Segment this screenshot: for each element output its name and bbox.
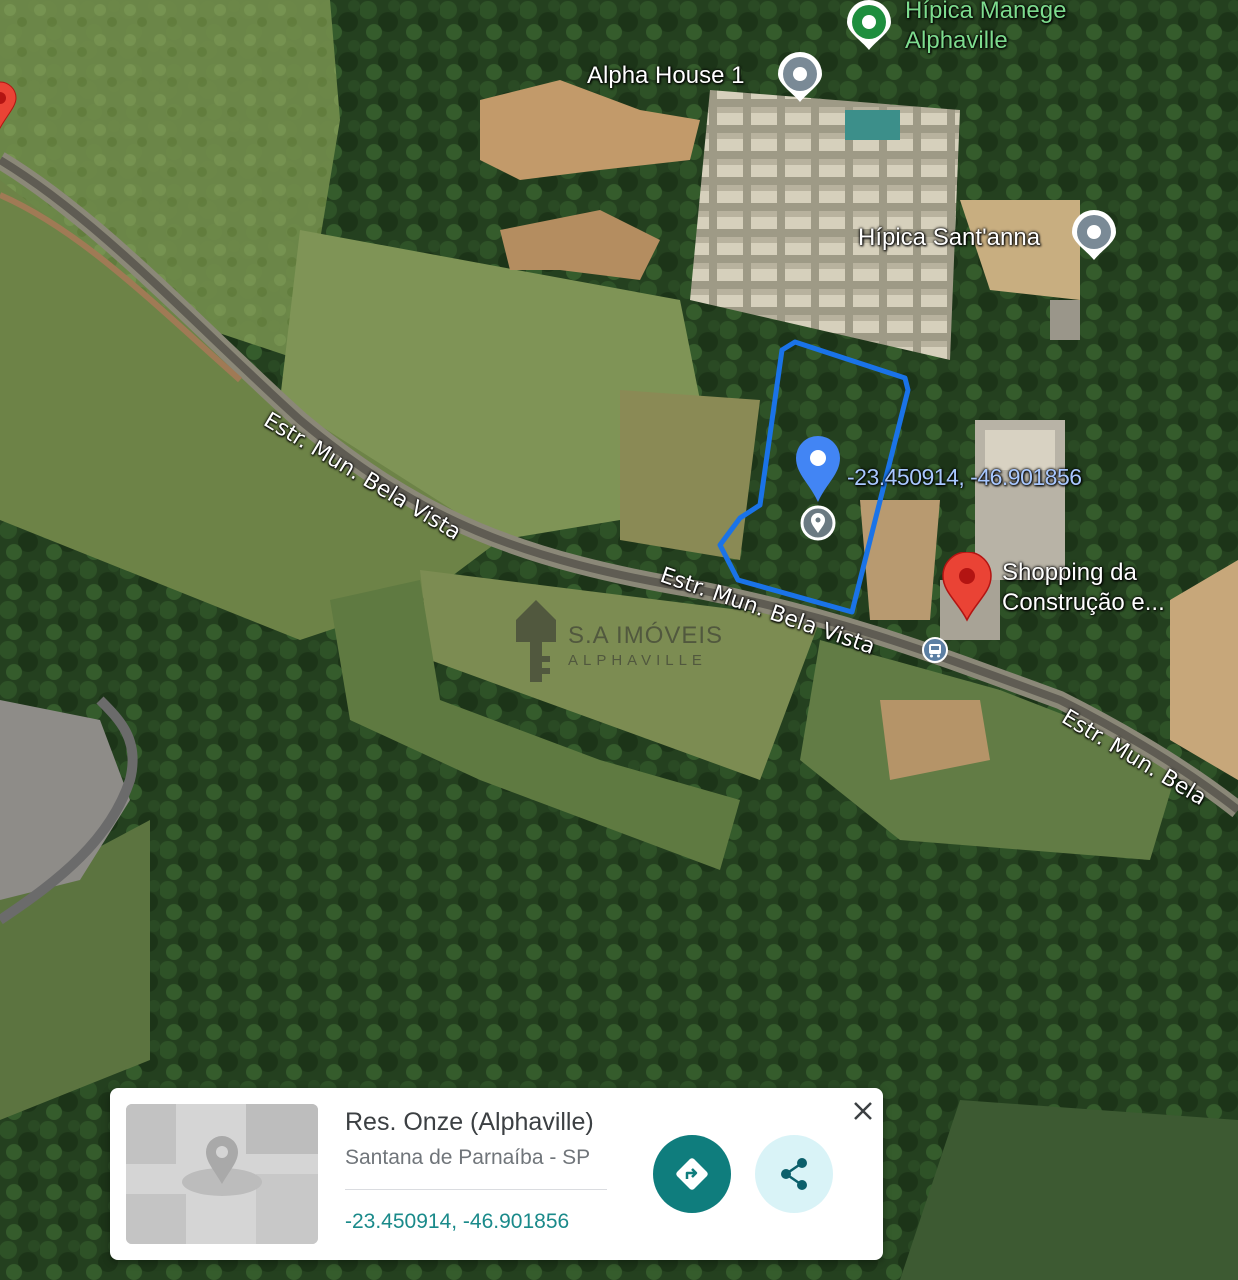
location-pin-illustration-icon [126, 1104, 318, 1244]
close-icon [854, 1102, 872, 1120]
red-place-pin-icon[interactable] [940, 552, 994, 622]
place-subtitle: Santana de Parnaíba - SP [345, 1146, 591, 1169]
place-label-alpha-house[interactable]: Alpha House 1 [587, 62, 744, 90]
place-label-hipica-santanna[interactable]: Hípica Sant'anna [858, 224, 1040, 252]
dropped-pin-coords-label: -23.450914, -46.901856 [847, 464, 1082, 490]
watermark-subtitle: ALPHAVILLE [568, 652, 707, 669]
gray-place-pin-icon[interactable] [776, 52, 824, 104]
place-coordinates[interactable]: -23.450914, -46.901856 [345, 1210, 569, 1234]
card-divider [345, 1189, 607, 1190]
gray-place-pin-icon[interactable] [1070, 210, 1118, 262]
bus-stop-icon[interactable] [921, 636, 949, 664]
gray-location-marker-icon[interactable] [800, 505, 836, 541]
place-label-hipica-manege[interactable]: Hípica Manege Alphaville [905, 0, 1066, 56]
place-info-card[interactable]: Res. Onze (Alphaville) Santana de Parnaí… [110, 1088, 883, 1260]
place-thumbnail[interactable] [126, 1104, 318, 1244]
place-label-shopping-construcao[interactable]: Shopping da Construção e... [1002, 558, 1165, 618]
share-icon [781, 1158, 807, 1190]
blue-location-pin-icon[interactable] [794, 434, 842, 504]
place-title: Res. Onze (Alphaville) [345, 1108, 594, 1136]
watermark-title: S.A IMÓVEIS [568, 622, 724, 649]
red-place-pin-icon[interactable] [0, 80, 18, 130]
directions-icon [676, 1158, 708, 1190]
close-button[interactable] [850, 1098, 876, 1124]
green-place-pin-icon[interactable] [845, 0, 893, 52]
directions-button[interactable] [653, 1135, 731, 1213]
key-house-logo [516, 600, 556, 682]
share-button[interactable] [755, 1135, 833, 1213]
